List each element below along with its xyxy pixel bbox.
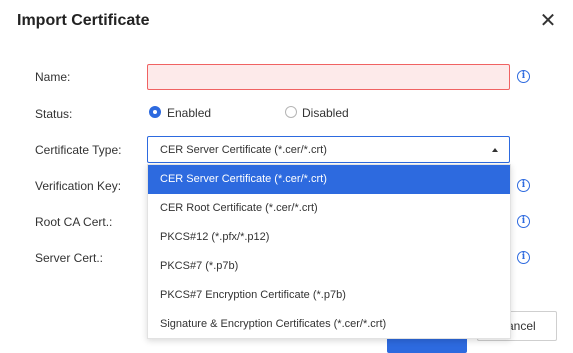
dropdown-option-pkcs7[interactable]: PKCS#7 (*.p7b) bbox=[148, 252, 510, 281]
name-label: Name: bbox=[35, 70, 71, 84]
dropdown-option-signature-encryption[interactable]: Signature & Encryption Certificates (*.c… bbox=[148, 310, 510, 339]
status-disabled-label[interactable]: Disabled bbox=[302, 106, 349, 120]
certificate-type-select[interactable]: CER Server Certificate (*.cer/*.crt) bbox=[147, 136, 510, 163]
name-info-icon[interactable]: i bbox=[517, 70, 530, 83]
dialog-title: Import Certificate bbox=[17, 12, 150, 29]
status-disabled-radio[interactable] bbox=[285, 106, 297, 118]
dropdown-option-pkcs12[interactable]: PKCS#12 (*.pfx/*.p12) bbox=[148, 223, 510, 252]
caret-up-icon bbox=[492, 148, 498, 152]
verification-key-info-icon[interactable]: i bbox=[517, 179, 530, 192]
certificate-type-dropdown: CER Server Certificate (*.cer/*.crt) CER… bbox=[147, 164, 511, 339]
certificate-type-label: Certificate Type: bbox=[35, 143, 122, 157]
status-enabled-radio[interactable] bbox=[149, 106, 161, 118]
server-cert-label: Server Cert.: bbox=[35, 251, 104, 265]
certificate-type-value: CER Server Certificate (*.cer/*.crt) bbox=[160, 144, 327, 156]
verification-key-label: Verification Key: bbox=[35, 179, 122, 193]
server-cert-info-icon[interactable]: i bbox=[517, 251, 530, 264]
dropdown-option-pkcs7-encryption[interactable]: PKCS#7 Encryption Certificate (*.p7b) bbox=[148, 281, 510, 310]
dropdown-option-cer-server[interactable]: CER Server Certificate (*.cer/*.crt) bbox=[148, 165, 510, 194]
status-label: Status: bbox=[35, 107, 73, 121]
status-enabled-label[interactable]: Enabled bbox=[167, 106, 211, 120]
name-input[interactable] bbox=[147, 64, 510, 90]
dropdown-option-cer-root[interactable]: CER Root Certificate (*.cer/*.crt) bbox=[148, 194, 510, 223]
close-icon[interactable]: ✕ bbox=[538, 11, 558, 31]
root-ca-cert-info-icon[interactable]: i bbox=[517, 215, 530, 228]
root-ca-cert-label: Root CA Cert.: bbox=[35, 215, 113, 229]
